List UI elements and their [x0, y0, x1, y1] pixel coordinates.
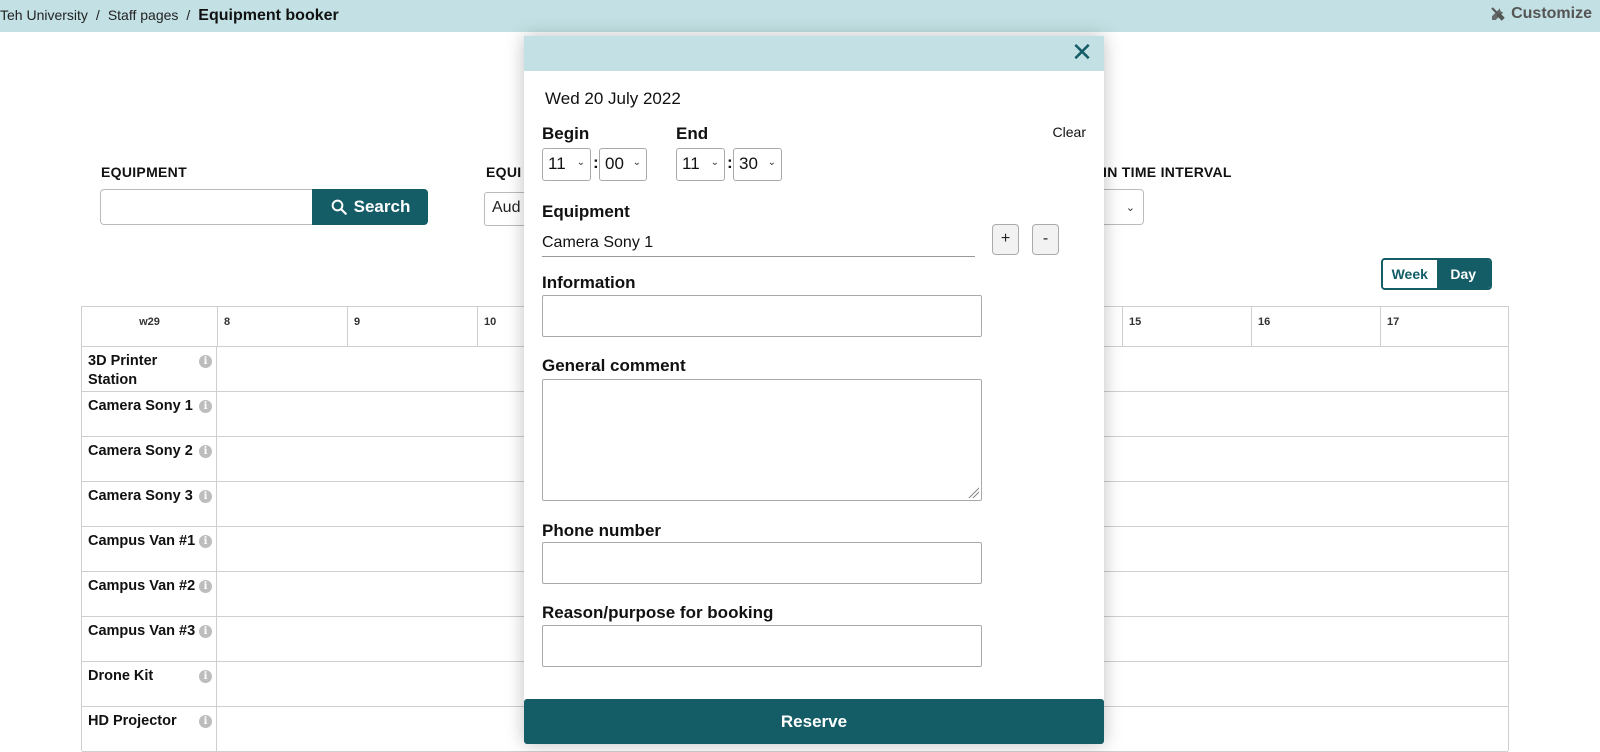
booking-date: Wed 20 July 2022 — [545, 89, 681, 108]
hour-header: 16 — [1251, 307, 1380, 347]
close-icon[interactable]: ✕ — [1068, 38, 1096, 68]
end-minute-select[interactable]: 30 ⌄ — [733, 148, 782, 181]
general-comment-label: General comment — [542, 356, 686, 375]
info-icon[interactable]: i — [199, 715, 212, 728]
equipment-row-name: HD Projector i — [82, 707, 217, 752]
time-interval-label: IN TIME INTERVAL — [1103, 164, 1232, 180]
info-icon[interactable]: i — [199, 670, 212, 683]
info-icon[interactable]: i — [199, 535, 212, 548]
info-icon[interactable]: i — [199, 355, 212, 368]
info-icon[interactable]: i — [199, 580, 212, 593]
equipment-row-name: Campus Van #2 i — [82, 572, 217, 617]
equipment-row-name: Campus Van #1 i — [82, 527, 217, 572]
week-view-button[interactable]: Week — [1383, 260, 1437, 288]
equipment-search-input[interactable] — [100, 189, 314, 225]
chevron-down-icon: ⌄ — [767, 157, 776, 168]
top-bar: Teh University / Staff pages / Equipment boo… — [0, 0, 1600, 32]
info-icon[interactable]: i — [199, 445, 212, 458]
page-title: Equipment booker — [198, 7, 339, 24]
equipment-field[interactable]: Camera Sony 1 — [542, 233, 975, 257]
phone-number-label: Phone number — [542, 521, 662, 540]
tools-icon — [1491, 7, 1505, 21]
search-icon — [331, 199, 347, 215]
customize-button[interactable]: Customize — [1489, 5, 1592, 23]
time-separator: : — [727, 153, 733, 172]
reason-label: Reason/purpose for booking — [542, 603, 774, 622]
begin-hour-select[interactable]: 11 ⌄ — [542, 148, 591, 181]
hour-header: 15 — [1122, 307, 1251, 347]
equipment-row-name: Campus Van #3 i — [82, 617, 217, 662]
resize-handle[interactable] — [967, 486, 979, 498]
equipment-row-name: 3D Printer Station i — [82, 347, 217, 392]
equipment-filter-label: EQUIPMENT — [101, 164, 187, 180]
equipment-row-name: Drone Kit i — [82, 662, 217, 707]
customize-label: Customize — [1511, 5, 1592, 22]
info-icon[interactable]: i — [199, 490, 212, 503]
equipment-row-name: Camera Sony 2i — [82, 437, 217, 482]
general-comment-textarea[interactable] — [542, 379, 982, 501]
booking-dialog: ✕ Wed 20 July 2022 Begin End Clear 11 ⌄ :… — [524, 36, 1104, 744]
reserve-button[interactable]: Reserve — [524, 699, 1104, 744]
view-toggle: Week Day — [1381, 258, 1492, 290]
equipment-type-label: EQUI — [486, 164, 522, 180]
dialog-header: ✕ — [524, 36, 1104, 71]
week-number: w29 — [139, 316, 160, 328]
begin-minute-select[interactable]: 00 ⌄ — [599, 148, 647, 181]
information-field[interactable] — [542, 295, 982, 337]
phone-number-field[interactable] — [542, 542, 982, 584]
chevron-down-icon: ⌄ — [632, 157, 641, 168]
hour-header: 9 — [347, 307, 477, 347]
chevron-down-icon: ⌄ — [710, 157, 719, 168]
breadcrumb-separator: / — [186, 7, 191, 23]
equipment-label: Equipment — [542, 202, 630, 221]
reason-field[interactable] — [542, 625, 982, 667]
equipment-row-name: Camera Sony 3i — [82, 482, 217, 527]
clear-link[interactable]: Clear — [1053, 124, 1086, 140]
breadcrumb-university[interactable]: Teh University — [0, 7, 88, 23]
breadcrumb-staff-pages[interactable]: Staff pages — [108, 7, 179, 23]
info-icon[interactable]: i — [199, 625, 212, 638]
end-hour-select[interactable]: 11 ⌄ — [676, 148, 725, 181]
time-interval-select[interactable]: ⌄ — [1100, 189, 1144, 225]
information-label: Information — [542, 273, 636, 292]
search-button[interactable]: Search — [312, 189, 428, 225]
info-icon[interactable]: i — [199, 400, 212, 413]
remove-equipment-button[interactable]: - — [1032, 224, 1059, 255]
breadcrumb: Teh University / Staff pages / Equipment boo… — [0, 7, 339, 25]
breadcrumb-separator: / — [95, 7, 100, 23]
equipment-row-name: Camera Sony 1i — [82, 392, 217, 437]
search-button-label: Search — [353, 197, 411, 216]
hour-header: 8 — [217, 307, 347, 347]
end-label: End — [676, 124, 709, 143]
hour-header: 17 — [1380, 307, 1508, 347]
day-view-button[interactable]: Day — [1436, 260, 1490, 288]
add-equipment-button[interactable]: + — [992, 224, 1019, 255]
chevron-down-icon: ⌄ — [576, 157, 585, 168]
time-separator: : — [593, 153, 599, 172]
begin-label: Begin — [542, 124, 590, 143]
chevron-down-icon: ⌄ — [1125, 201, 1135, 214]
